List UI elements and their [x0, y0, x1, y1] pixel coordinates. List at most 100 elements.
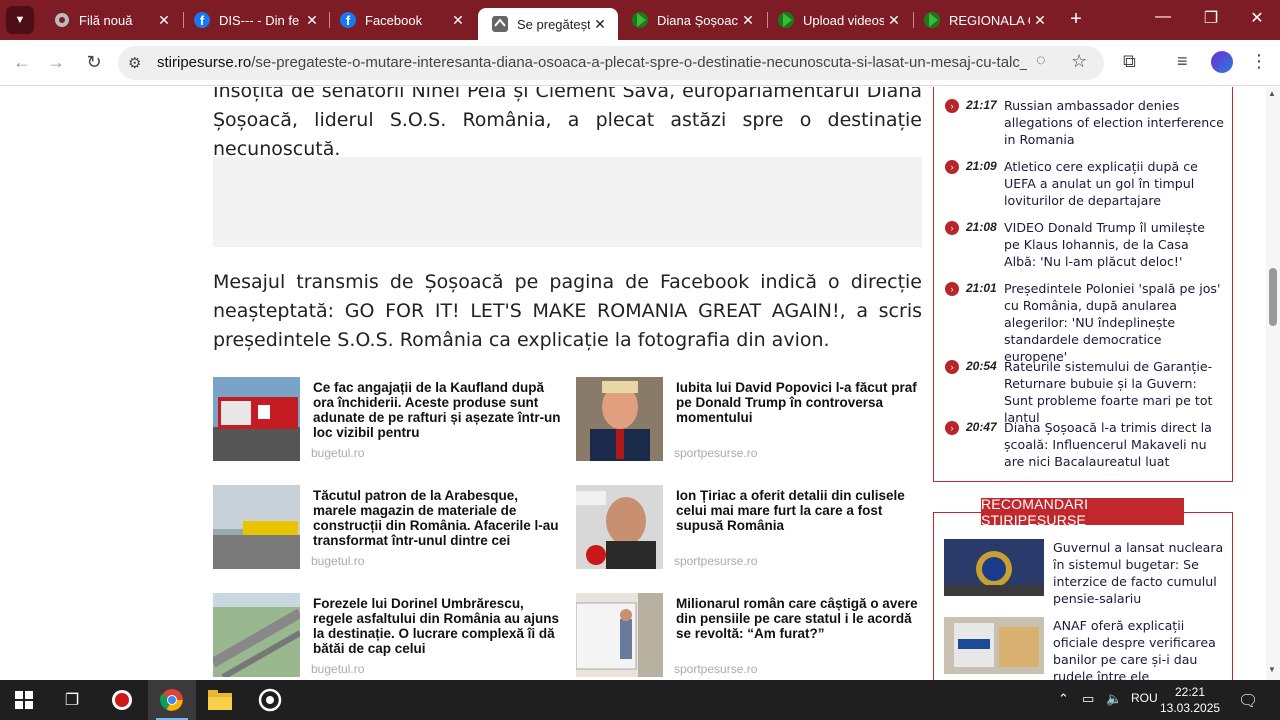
- address-bar[interactable]: ⚙ stiripesurse.ro/se-pregateste-o-mutare…: [118, 46, 1104, 80]
- task-view-button[interactable]: ❐: [48, 680, 96, 720]
- clock[interactable]: 22:21 13.03.2025: [1160, 684, 1220, 716]
- news-time: 21:09: [966, 159, 997, 173]
- tab-title: Se pregătește: [517, 16, 590, 32]
- related-article[interactable]: Forezele lui Dorinel Umbrărescu, regele …: [213, 593, 563, 679]
- related-article[interactable]: Iubita lui David Popovici l-a făcut praf…: [576, 377, 926, 463]
- network-icon[interactable]: ▭: [1082, 691, 1094, 707]
- tab-title: Facebook: [365, 12, 423, 28]
- eye-slash-icon[interactable]: ◌: [1036, 52, 1046, 70]
- web-page: Însoțită de senatorii Ninel Peia și Clem…: [0, 87, 1280, 680]
- reload-button[interactable]: ↻: [82, 52, 106, 73]
- more-menu-icon[interactable]: ⋮: [1250, 51, 1268, 72]
- close-icon[interactable]: ✕: [884, 12, 904, 29]
- bookmark-star-icon[interactable]: ☆: [1071, 51, 1087, 72]
- tab-regionala[interactable]: REGIONALA C ✕: [910, 0, 1058, 40]
- related-article[interactable]: Milionarul român care câștigă o avere di…: [576, 593, 926, 679]
- windows-icon: [15, 691, 33, 709]
- rumble-icon: [924, 12, 940, 28]
- taskbar-chrome-app[interactable]: [148, 680, 196, 720]
- chevron-right-icon: ›: [945, 99, 959, 113]
- rumble-icon: [632, 12, 648, 28]
- tab-upload-videos[interactable]: Upload videos ✕: [764, 0, 912, 40]
- close-icon[interactable]: ✕: [738, 12, 758, 29]
- new-tab-button[interactable]: +: [1066, 8, 1086, 31]
- notifications-icon[interactable]: 🗨: [1238, 691, 1258, 711]
- tab-title: REGIONALA C: [949, 12, 1030, 28]
- tab-title: Filă nouă: [79, 12, 133, 28]
- news-time: 21:01: [966, 281, 997, 295]
- recommendation-thumbnail: [944, 617, 1044, 674]
- related-title: Milionarul român care câștigă o avere di…: [676, 596, 918, 641]
- news-time: 20:54: [966, 359, 997, 373]
- close-icon[interactable]: ✕: [154, 12, 174, 29]
- recommendation-text[interactable]: ANAF oferă explicații oficiale despre ve…: [1053, 617, 1228, 680]
- tab-diana[interactable]: Diana Șoșoacă ✕: [618, 0, 766, 40]
- tab-dis[interactable]: f DIS--- - Din fe ✕: [180, 0, 330, 40]
- article-paragraph-1: Însoțită de senatorii Ninel Peia și Clem…: [213, 87, 922, 160]
- language-indicator[interactable]: ROU: [1131, 691, 1158, 705]
- facebook-icon: f: [194, 12, 210, 28]
- site-info-icon[interactable]: ⚙: [128, 54, 141, 72]
- media-player-icon: [258, 688, 282, 712]
- chevron-right-icon: ›: [945, 282, 959, 296]
- extensions-icon[interactable]: ⧉: [1123, 51, 1136, 72]
- rumble-icon: [778, 12, 794, 28]
- chrome-icon: [54, 12, 70, 28]
- news-headline[interactable]: Diana Șoșoacă l-a trimis direct la școal…: [1004, 419, 1224, 470]
- related-title: Tăcutul patron de la Arabesque, marele m…: [313, 488, 559, 548]
- tab-facebook[interactable]: f Facebook ✕: [326, 0, 476, 40]
- news-headline[interactable]: Rateurile sistemului de Garanție-Returna…: [1004, 358, 1224, 426]
- tab-active-article[interactable]: Se pregătește ✕: [478, 8, 618, 40]
- related-title: Iubita lui David Popovici l-a făcut praf…: [676, 380, 917, 425]
- folder-icon: [208, 690, 232, 710]
- scroll-down-arrow-icon[interactable]: ▼: [1268, 665, 1276, 674]
- recommendation-text[interactable]: Guvernul a lansat nucleara în sistemul b…: [1053, 539, 1228, 607]
- news-time: 20:47: [966, 420, 997, 434]
- tab-new-tab[interactable]: Filă nouă ✕: [40, 0, 182, 40]
- tab-search-button[interactable]: ▼: [6, 6, 34, 34]
- related-article[interactable]: Tăcutul patron de la Arabesque, marele m…: [213, 485, 563, 571]
- related-article[interactable]: Ce fac angajații de la Kaufland după ora…: [213, 377, 563, 463]
- restore-button[interactable]: ❐: [1196, 8, 1226, 28]
- related-thumbnail: [213, 377, 300, 461]
- media-control-icon[interactable]: ≡: [1177, 51, 1188, 72]
- tab-title: Diana Șoșoacă: [657, 12, 738, 28]
- related-article[interactable]: Ion Țiriac a oferit detalii din culisele…: [576, 485, 926, 571]
- close-icon[interactable]: ✕: [590, 16, 610, 33]
- news-time: 21:17: [966, 98, 997, 112]
- taskbar-file-explorer[interactable]: [196, 680, 244, 720]
- taskbar-recorder-app[interactable]: [98, 680, 146, 720]
- close-icon[interactable]: ✕: [302, 12, 322, 29]
- tab-title: DIS--- - Din fe: [219, 12, 300, 28]
- page-scrollbar[interactable]: ▲ ▼: [1266, 87, 1280, 680]
- stiripesurse-icon: [492, 16, 508, 32]
- chrome-icon: [160, 689, 183, 711]
- start-button[interactable]: [0, 680, 48, 720]
- close-window-button[interactable]: ✕: [1242, 8, 1272, 28]
- record-icon: [112, 690, 132, 710]
- profile-avatar[interactable]: [1211, 51, 1233, 73]
- scrollbar-thumb[interactable]: [1269, 268, 1277, 326]
- volume-icon[interactable]: 🔈: [1106, 691, 1122, 707]
- chevron-up-icon[interactable]: ⌃: [1058, 691, 1069, 707]
- news-headline[interactable]: Russian ambassador denies allegations of…: [1004, 97, 1224, 148]
- minimize-button[interactable]: —: [1148, 8, 1178, 26]
- related-thumbnail: [213, 593, 300, 677]
- browser-toolbar: ← → ↻ ⚙ stiripesurse.ro/se-pregateste-o-…: [0, 40, 1280, 86]
- news-headline[interactable]: Președintele Poloniei 'spală pe jos' cu …: [1004, 280, 1224, 365]
- url-text[interactable]: stiripesurse.ro/se-pregateste-o-mutare-i…: [157, 54, 1027, 71]
- related-source: bugetul.ro: [311, 446, 365, 460]
- scroll-up-arrow-icon[interactable]: ▲: [1268, 89, 1276, 98]
- close-icon[interactable]: ✕: [448, 12, 468, 29]
- related-thumbnail: [213, 485, 300, 569]
- news-headline[interactable]: Atletico cere explicații după ce UEFA a …: [1004, 158, 1224, 209]
- task-view-icon: ❐: [64, 692, 80, 709]
- clock-time: 22:21: [1174, 685, 1206, 699]
- news-headline[interactable]: VIDEO Donald Trump îl umilește pe Klaus …: [1004, 219, 1224, 270]
- taskbar-media-app[interactable]: [246, 680, 294, 720]
- back-button[interactable]: ←: [10, 52, 34, 73]
- forward-button[interactable]: →: [44, 52, 68, 73]
- news-time: 21:08: [966, 220, 997, 234]
- close-icon[interactable]: ✕: [1030, 12, 1050, 29]
- related-thumbnail: [576, 593, 663, 677]
